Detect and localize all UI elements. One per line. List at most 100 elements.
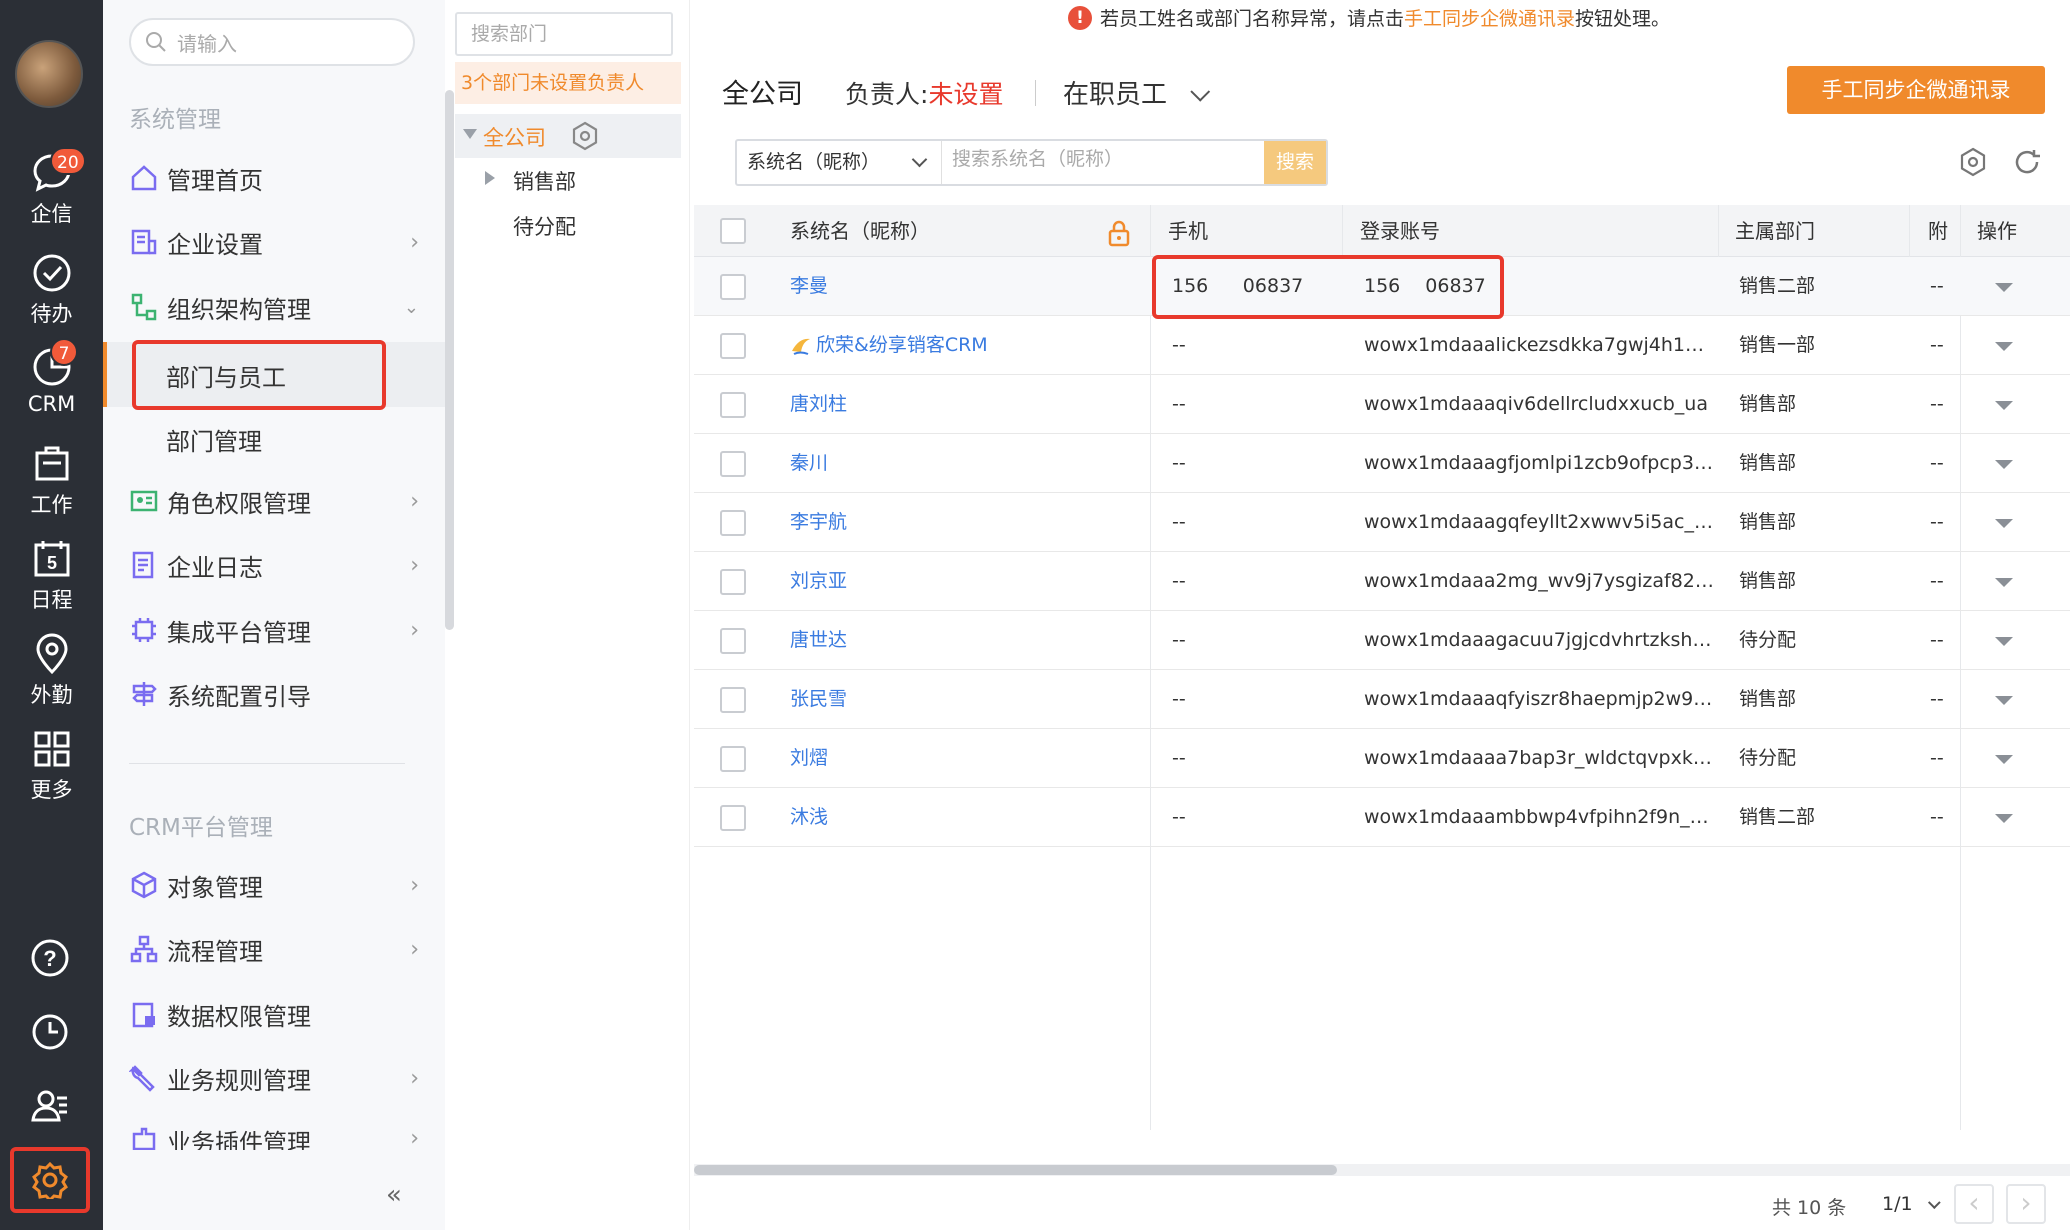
menu-item-data-permissions[interactable]: 数据权限管理 — [129, 989, 419, 1039]
phone-cell: -- — [1172, 511, 1186, 533]
row-actions-dropdown[interactable] — [1995, 519, 2013, 528]
row-checkbox[interactable] — [720, 333, 746, 359]
phone-cell: -- — [1172, 688, 1186, 710]
employee-name-link[interactable]: 沐浅 — [790, 788, 828, 847]
rail-item-todo[interactable]: 待办 — [0, 252, 103, 328]
table-row[interactable]: 刘京亚 -- wowx1mdaaa2mg_wv9j7ysgizaf82reja 销售部… — [694, 552, 2070, 611]
row-checkbox[interactable] — [720, 451, 746, 477]
menu-search-input[interactable]: 请输入 — [129, 18, 415, 66]
no-owner-warning[interactable]: 3个部门未设置负责人 — [455, 62, 681, 104]
row-actions-dropdown[interactable] — [1995, 696, 2013, 705]
employee-name-link[interactable]: 李宇航 — [790, 493, 847, 552]
contacts-icon[interactable] — [30, 1086, 70, 1130]
table-row[interactable]: 沐浅 -- wowx1mdaaambbwp4vfpihn2f9n_frtrg 销售二部… — [694, 788, 2070, 847]
node-settings-icon[interactable] — [570, 121, 600, 155]
sync-wecom-button[interactable]: 手工同步企微通讯录 — [1787, 66, 2045, 114]
row-checkbox[interactable] — [720, 687, 746, 713]
employee-name-link[interactable]: 唐刘柱 — [790, 375, 847, 434]
rail-item-field[interactable]: 外勤 — [0, 633, 103, 709]
rail-item-work[interactable]: 工作 — [0, 443, 103, 519]
row-actions-dropdown[interactable] — [1995, 578, 2013, 587]
prev-page-button[interactable]: ‹ — [1954, 1184, 1994, 1224]
col-header-extra[interactable]: 附属 — [1928, 205, 1956, 257]
employee-name-link[interactable]: 唐世达 — [790, 611, 847, 670]
refresh-icon[interactable] — [2012, 147, 2042, 181]
menu-item-object-management[interactable]: 对象管理 › — [129, 860, 419, 910]
table-row[interactable]: 唐世达 -- wowx1mdaaagacuu7jgjcdvhrtzkshoq 待分配 -… — [694, 611, 2070, 670]
caret-down-icon[interactable] — [463, 129, 477, 139]
row-checkbox[interactable] — [720, 746, 746, 772]
select-all-checkbox[interactable] — [720, 218, 746, 244]
row-checkbox[interactable] — [720, 392, 746, 418]
rail-item-calendar[interactable]: 5 日程 — [0, 538, 103, 614]
rail-item-crm[interactable]: CRM 7 — [0, 338, 103, 416]
row-actions-dropdown[interactable] — [1995, 401, 2013, 410]
row-checkbox[interactable] — [720, 569, 746, 595]
settings-button[interactable] — [10, 1147, 90, 1213]
account-cell: wowx1mdaaaa7bap3r_wldctqvpxkb... — [1364, 747, 1714, 769]
owner-info[interactable]: 负责人:未设置 — [845, 75, 1003, 111]
notice-sync-link[interactable]: 手工同步企微通讯录 — [1404, 4, 1575, 31]
row-actions-dropdown[interactable] — [1995, 814, 2013, 823]
row-actions-dropdown[interactable] — [1995, 342, 2013, 351]
employee-name-link[interactable]: 张民雪 — [790, 670, 847, 729]
phone-cell: -- — [1172, 806, 1186, 828]
caret-right-icon[interactable] — [485, 171, 495, 185]
dept-cell: 销售部 — [1739, 452, 1797, 474]
collapse-menu-button[interactable]: « — [386, 1180, 402, 1210]
menu-item-process-management[interactable]: 流程管理 › — [129, 924, 419, 974]
col-header-phone[interactable]: 手机 — [1168, 205, 1208, 257]
user-avatar[interactable] — [15, 40, 83, 108]
rail-item-more[interactable]: 更多 — [0, 728, 103, 804]
rail-item-chat[interactable]: 企信 20 — [0, 147, 103, 228]
tree-node-unassigned[interactable]: 待分配 — [513, 211, 576, 241]
col-header-name[interactable]: 系统名（昵称） — [790, 205, 930, 257]
chevron-right-icon: › — [410, 229, 419, 255]
row-checkbox[interactable] — [720, 274, 746, 300]
table-row[interactable]: 秦川 -- wowx1mdaaagfjomlpi1zcb9ofpcp37ba 销售部 -… — [694, 434, 2070, 493]
next-page-button[interactable]: › — [2006, 1184, 2046, 1224]
row-checkbox[interactable] — [720, 510, 746, 536]
table-row[interactable]: 张民雪 -- wowx1mdaaaqfyiszr8haepmjp2w9y5fq 销售部… — [694, 670, 2070, 729]
menu-item-business-rules[interactable]: 业务规则管理 › — [129, 1053, 419, 1103]
menu-item-org-structure[interactable]: 组织架构管理 ⌄ — [129, 282, 419, 332]
employee-name-link[interactable]: 刘熠 — [790, 729, 828, 788]
menu-item-company-settings[interactable]: 企业设置 › — [129, 217, 419, 267]
search-input[interactable]: 搜索系统名（昵称） — [952, 141, 1123, 184]
employee-name-link[interactable]: 李曼 — [790, 257, 828, 316]
menu-item-business-plugins[interactable]: 业务插件管理 › — [129, 1118, 419, 1150]
help-icon[interactable]: ? — [30, 938, 70, 982]
col-header-dept[interactable]: 主属部门 — [1735, 205, 1815, 257]
row-actions-dropdown[interactable] — [1995, 460, 2013, 469]
employee-name-link[interactable]: 秦川 — [790, 434, 828, 493]
scrollbar[interactable] — [445, 90, 454, 630]
row-actions-dropdown[interactable] — [1995, 283, 2013, 292]
table-row[interactable]: 李宇航 -- wowx1mdaaagqfeyllt2xwwv5i5ac_2tg 销售部… — [694, 493, 2070, 552]
employee-name-link[interactable]: 刘京亚 — [790, 552, 847, 611]
col-header-account[interactable]: 登录账号 — [1360, 205, 1440, 257]
lock-icon[interactable] — [1107, 219, 1131, 251]
page-select[interactable]: 1/1 — [1882, 1193, 1941, 1215]
table-row[interactable]: 刘熠 -- wowx1mdaaaa7bap3r_wldctqvpxkb... 待分配 -… — [694, 729, 2070, 788]
table-row[interactable]: 唐刘柱 -- wowx1mdaaaqiv6dellrcludxxucb_ua 销售部 -… — [694, 375, 2070, 434]
row-actions-dropdown[interactable] — [1995, 637, 2013, 646]
menu-item-admin-home[interactable]: 管理首页 — [129, 153, 419, 203]
search-field-select[interactable]: 系统名（昵称） — [737, 141, 942, 184]
history-icon[interactable] — [30, 1012, 70, 1056]
employee-name-link[interactable]: 欣荣&纷享销客CRM — [816, 316, 988, 375]
horizontal-scrollbar[interactable] — [694, 1165, 1337, 1175]
menu-item-config-guide[interactable]: 系统配置引导 — [129, 669, 419, 719]
menu-item-company-log[interactable]: 企业日志 › — [129, 540, 419, 590]
column-settings-icon[interactable] — [1958, 147, 1988, 181]
row-actions-dropdown[interactable] — [1995, 755, 2013, 764]
dept-search-input[interactable]: 搜索部门 — [455, 12, 673, 56]
employee-status-filter[interactable]: 在职员工 — [1063, 74, 1211, 111]
row-checkbox[interactable] — [720, 628, 746, 654]
table-row[interactable]: 欣荣&纷享销客CRM -- wowx1mdaaalickezsdkka7gwj4h1… — [694, 316, 2070, 375]
menu-item-integration[interactable]: 集成平台管理 › — [129, 605, 419, 655]
search-button[interactable]: 搜索 — [1264, 141, 1326, 184]
menu-item-role-permissions[interactable]: 角色权限管理 › — [129, 476, 419, 526]
row-checkbox[interactable] — [720, 805, 746, 831]
tree-node-sales[interactable]: 销售部 — [513, 166, 576, 196]
submenu-dept-management[interactable]: 部门管理 — [166, 422, 262, 457]
